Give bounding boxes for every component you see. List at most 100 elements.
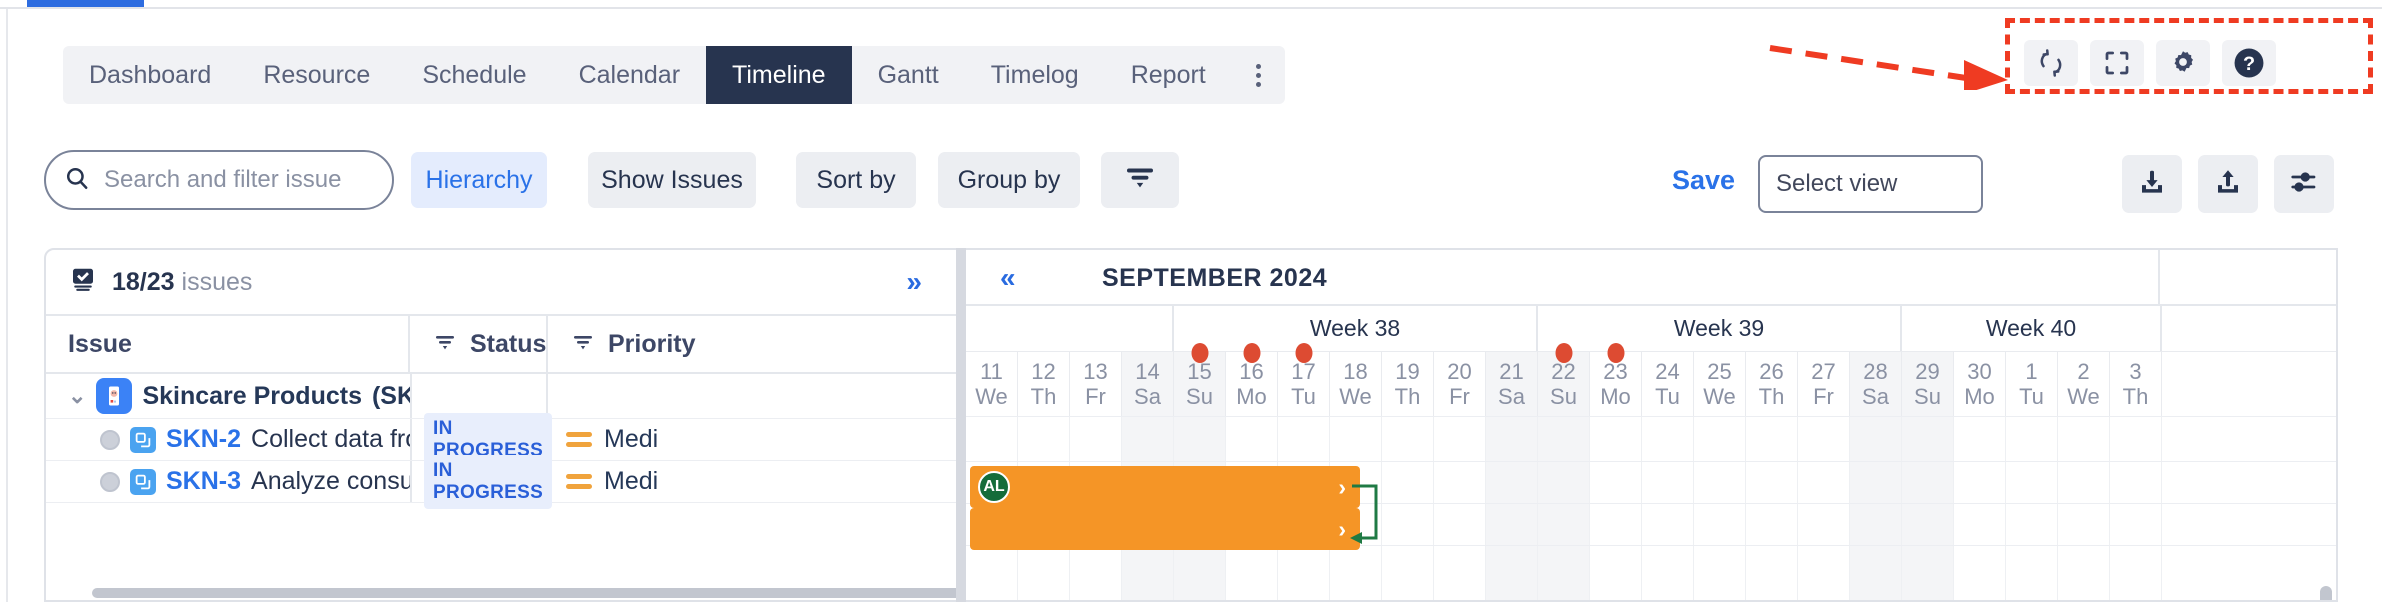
priority-cell[interactable]: Medi — [548, 425, 848, 454]
refresh-button[interactable] — [2024, 40, 2078, 86]
issue-cell: SKN-2 Collect data from ind... — [46, 425, 410, 454]
tab-gantt[interactable]: Gantt — [852, 46, 965, 104]
timeline-day-cell[interactable]: 28 Sa — [1850, 352, 1902, 416]
tab-timelog[interactable]: Timelog — [965, 46, 1105, 104]
timeline-day-cell[interactable]: 24 Tu — [1642, 352, 1694, 416]
tab-timeline[interactable]: Timeline — [706, 46, 852, 104]
timeline-grid-cell — [1746, 416, 1798, 600]
timeline-day-cell[interactable]: 27 Fr — [1798, 352, 1850, 416]
fullscreen-icon — [2102, 48, 2132, 78]
timeline-week-row: Week 38 Week 39 Week 40 — [966, 306, 2336, 352]
column-header-priority[interactable]: Priority — [548, 316, 848, 372]
timeline-day-cell[interactable]: 14 Sa — [1122, 352, 1174, 416]
issues-panel: 18/23 issues » Issue Status Priority ⌄ S… — [44, 248, 966, 602]
timeline-week-label — [966, 306, 1174, 351]
timeline-day-cell[interactable]: 11 We — [966, 352, 1018, 416]
status-badge: IN PROGRESS — [424, 454, 553, 509]
task-type-icon — [130, 468, 156, 495]
collapse-panel-button[interactable]: » — [906, 266, 922, 298]
day-number: 2 — [2077, 358, 2090, 384]
issue-key-link[interactable]: SKN-3 — [166, 467, 241, 496]
day-number: 11 — [980, 358, 1003, 384]
tab-dashboard[interactable]: Dashboard — [63, 46, 237, 104]
day-number: 13 — [1083, 358, 1108, 384]
status-cell[interactable]: IN PROGRESS — [410, 412, 553, 467]
day-number: 28 — [1863, 358, 1888, 384]
filter-button[interactable] — [1101, 152, 1179, 208]
tree-node-dot[interactable] — [100, 471, 120, 492]
fullscreen-button[interactable] — [2090, 40, 2144, 86]
day-number: 30 — [1967, 358, 1992, 384]
save-button[interactable]: Save — [1672, 165, 1735, 196]
timeline-day-cell[interactable]: 13 Fr — [1070, 352, 1122, 416]
hierarchy-button[interactable]: Hierarchy — [411, 152, 547, 208]
timeline-day-cell[interactable]: 25 We — [1694, 352, 1746, 416]
timeline-prev-button[interactable]: « — [1000, 262, 1015, 294]
chevron-down-icon[interactable]: ⌄ — [68, 383, 86, 409]
gear-icon — [2168, 48, 2198, 78]
priority-cell[interactable]: Medi — [548, 467, 848, 496]
view-settings-button[interactable] — [2274, 155, 2334, 213]
timeline-day-cell[interactable]: 21 Sa — [1486, 352, 1538, 416]
horizontal-scrollbar[interactable] — [92, 588, 964, 598]
day-weekday: Su — [1186, 384, 1213, 409]
bar-expand-icon[interactable]: › — [1338, 474, 1346, 501]
table-row[interactable]: SKN-3 Analyze consumer b... IN PROGRESS … — [46, 454, 964, 509]
settings-button[interactable] — [2156, 40, 2210, 86]
annotation-arrow — [1769, 45, 2008, 90]
upload-button[interactable] — [2198, 155, 2258, 213]
more-options-icon[interactable] — [1232, 46, 1285, 104]
priority-label: Medi — [604, 425, 659, 453]
top-divider — [0, 7, 2382, 9]
timeline-day-cell[interactable]: 15 Su — [1174, 343, 1226, 416]
timeline-grid-cell — [1538, 416, 1590, 600]
timeline-bar[interactable]: AL › — [970, 466, 1360, 508]
column-header-status[interactable]: Status — [410, 316, 548, 372]
group-by-button[interactable]: Group by — [938, 152, 1080, 208]
timeline-day-cell[interactable]: 22 Su — [1538, 343, 1590, 416]
timeline-day-cell[interactable]: 23 Mo — [1590, 343, 1642, 416]
show-issues-button[interactable]: Show Issues — [588, 152, 756, 208]
tab-schedule[interactable]: Schedule — [396, 46, 552, 104]
project-key: (SKN) — [371, 381, 410, 410]
issue-key-link[interactable]: SKN-2 — [166, 425, 241, 454]
timeline-day-cell[interactable]: 26 Th — [1746, 352, 1798, 416]
day-number: 3 — [2129, 358, 2142, 384]
timeline-week-label: Week 38 — [1174, 306, 1538, 351]
timeline-chart-body: AL › › — [966, 416, 2336, 600]
day-number: 26 — [1759, 358, 1784, 384]
day-number: 20 — [1447, 358, 1472, 384]
bar-expand-icon[interactable]: › — [1338, 516, 1346, 543]
vertical-scrollbar[interactable] — [2320, 586, 2332, 600]
timeline-month-label: SEPTEMBER 2024 — [1102, 264, 1328, 292]
timeline-day-cell[interactable]: 29 Su — [1902, 352, 1954, 416]
column-label-status: Status — [470, 329, 547, 358]
timeline-day-cell[interactable]: 3 Th — [2110, 352, 2162, 416]
timeline-day-cell[interactable]: 16 Mo — [1226, 343, 1278, 416]
sort-by-button[interactable]: Sort by — [796, 152, 916, 208]
timeline-day-cell[interactable]: 17 Tu — [1278, 343, 1330, 416]
svg-text:?: ? — [2243, 53, 2255, 75]
tab-report[interactable]: Report — [1105, 46, 1232, 104]
status-cell[interactable]: IN PROGRESS — [410, 454, 553, 509]
timeline-bar[interactable]: › — [970, 508, 1360, 550]
download-button[interactable] — [2122, 155, 2182, 213]
select-view-dropdown[interactable]: Select view — [1758, 155, 1983, 213]
tab-calendar[interactable]: Calendar — [553, 46, 706, 104]
issues-count-suffix: issues — [181, 267, 253, 296]
timeline-day-cell[interactable]: 12 Th — [1018, 352, 1070, 416]
column-header-issue[interactable]: Issue — [46, 316, 410, 372]
search-input[interactable]: Search and filter issue — [44, 150, 394, 210]
day-number: 27 — [1811, 358, 1836, 384]
tree-node-dot[interactable] — [100, 429, 120, 450]
tab-resource[interactable]: Resource — [237, 46, 396, 104]
timeline-day-cell[interactable]: 19 Th — [1382, 352, 1434, 416]
assignee-avatar[interactable]: AL — [978, 471, 1010, 503]
timeline-day-cell[interactable]: 30 Mo — [1954, 352, 2006, 416]
column-label-issue: Issue — [68, 329, 132, 358]
timeline-day-cell[interactable]: 1 Tu — [2006, 352, 2058, 416]
timeline-day-cell[interactable]: 18 We — [1330, 352, 1382, 416]
help-button[interactable]: ? — [2222, 40, 2276, 86]
timeline-day-cell[interactable]: 20 Fr — [1434, 352, 1486, 416]
timeline-day-cell[interactable]: 2 We — [2058, 352, 2110, 416]
